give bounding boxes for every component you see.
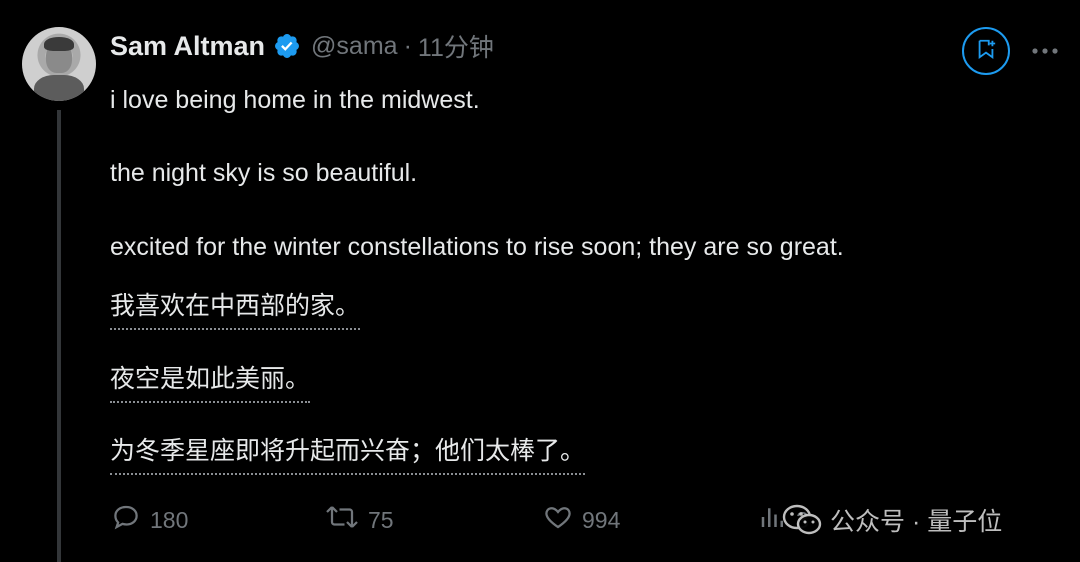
like-button[interactable]: 994 [542,500,620,540]
author-handle[interactable]: @sama [311,32,398,61]
bookmark-button[interactable] [962,27,1010,75]
tweet-text-line-3: excited for the winter constellations to… [110,233,844,261]
watermark: 公众号 · 量子位 [782,500,1002,540]
heart-icon [542,502,582,538]
tweet-text-line-1: i love being home in the midwest. [110,86,480,114]
bookmark-add-icon [975,38,997,65]
tweet[interactable]: Sam Altman @sama · 11分钟 i love being hom… [0,0,1080,562]
more-button[interactable] [1028,36,1062,66]
translation-line-1: 我喜欢在中西部的家。 [110,286,361,330]
avatar-hair [44,37,74,51]
thread-line [57,110,61,562]
reply-count: 180 [150,506,189,533]
like-count: 994 [582,506,621,533]
tweet-header: Sam Altman @sama · 11分钟 [110,28,494,64]
timestamp[interactable]: 11分钟 [418,28,494,64]
avatar[interactable] [22,27,96,101]
more-dots-icon [1031,42,1059,60]
translation-line-2: 夜空是如此美丽。 [110,359,311,403]
tweet-text-line-2: the night sky is so beautiful. [110,159,418,187]
translation-line-3: 为冬季星座即将升起而兴奋；他们太棒了。 [110,431,586,475]
retweet-button[interactable]: 75 [324,500,394,540]
author-name[interactable]: Sam Altman [110,31,265,62]
reply-icon [110,502,150,538]
retweet-count: 75 [368,506,394,533]
verified-badge-icon [273,32,301,60]
watermark-text: 公众号 · 量子位 [830,508,1003,536]
retweet-icon [324,502,368,538]
reply-button[interactable]: 180 [110,500,188,540]
separator-dot: · [403,31,412,60]
avatar-body [34,75,84,101]
wechat-icon [782,503,822,537]
